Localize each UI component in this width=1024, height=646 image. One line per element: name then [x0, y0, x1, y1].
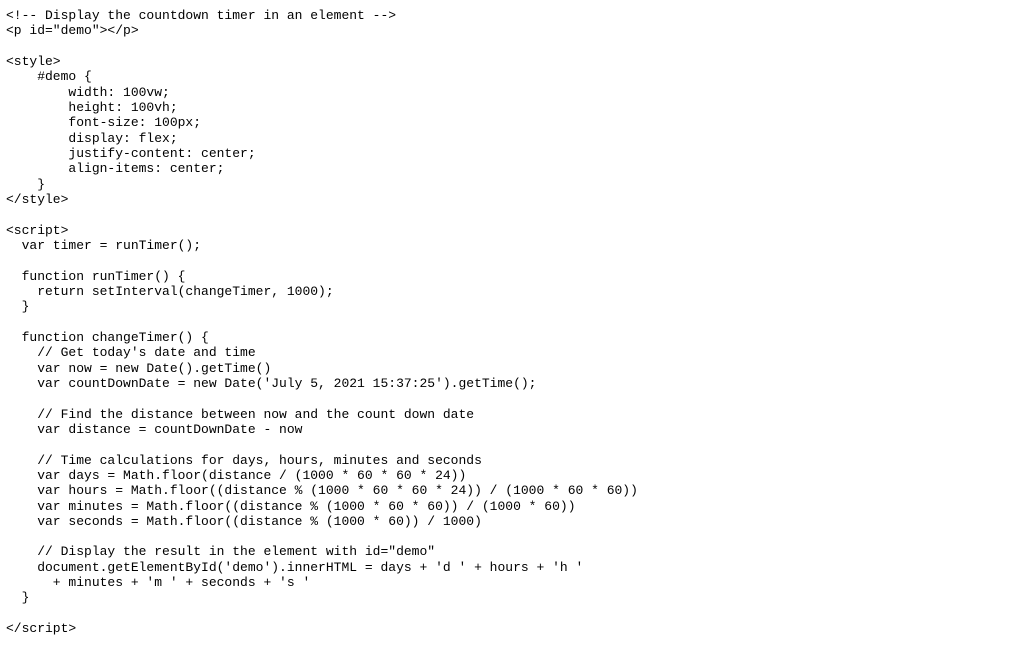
code-snippet: <!-- Display the countdown timer in an e… — [0, 0, 1024, 644]
